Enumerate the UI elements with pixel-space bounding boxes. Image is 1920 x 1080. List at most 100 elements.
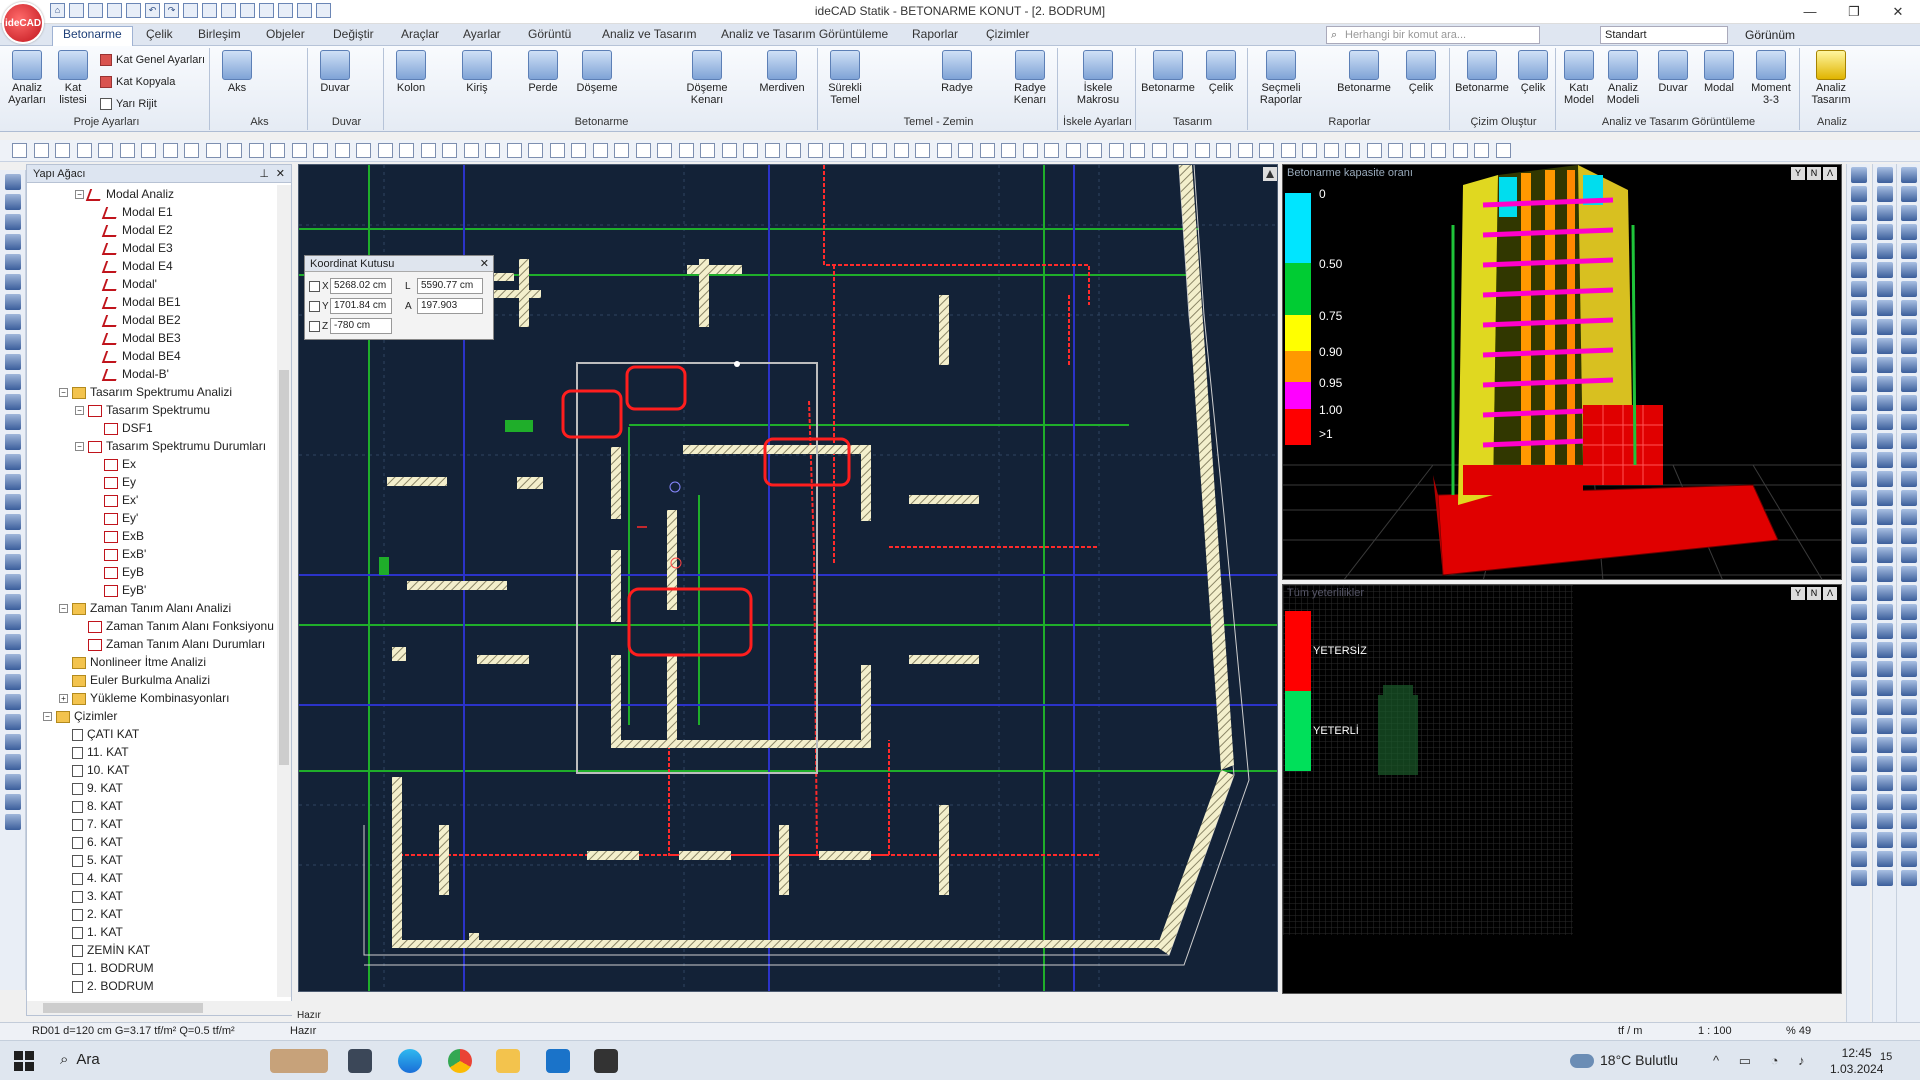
- view-up-button[interactable]: Λ: [1823, 587, 1837, 600]
- expand-toggle-icon[interactable]: −: [59, 604, 68, 614]
- moment-button[interactable]: Moment 3-3: [1746, 50, 1796, 106]
- tool-icon[interactable]: [1850, 718, 1867, 734]
- tool-icon[interactable]: [1431, 143, 1446, 158]
- extend-icon[interactable]: [316, 3, 331, 18]
- tool-icon[interactable]: [4, 354, 21, 370]
- tool-icon[interactable]: [1900, 395, 1917, 411]
- tool-icon[interactable]: [4, 234, 21, 250]
- tool-icon[interactable]: [1900, 718, 1917, 734]
- tool-icon[interactable]: [1850, 414, 1867, 430]
- tool-icon[interactable]: [1876, 547, 1893, 563]
- tool-icon[interactable]: [1087, 143, 1102, 158]
- tool-icon[interactable]: [1876, 281, 1893, 297]
- expand-toggle-icon[interactable]: −: [59, 388, 68, 398]
- lock-x-checkbox[interactable]: [309, 280, 320, 292]
- tool-icon[interactable]: [1216, 143, 1231, 158]
- tool-icon[interactable]: [4, 194, 21, 210]
- measure-icon[interactable]: [278, 3, 293, 18]
- close-button[interactable]: ✕: [1876, 0, 1920, 24]
- expand-toggle-icon[interactable]: −: [43, 712, 52, 722]
- tree-item[interactable]: DSF1: [27, 419, 277, 437]
- tool-icon[interactable]: [1900, 528, 1917, 544]
- tool-icon[interactable]: [915, 143, 930, 158]
- tree-item[interactable]: Modal': [27, 275, 277, 293]
- adequacy-view[interactable]: Tüm yeterlilikler Y N Λ YETERSİZ YETERLİ: [1282, 584, 1842, 994]
- tool-icon[interactable]: [1850, 471, 1867, 487]
- tool-icon[interactable]: [1850, 851, 1867, 867]
- tool-icon[interactable]: [4, 594, 21, 610]
- perde-button[interactable]: Perde: [522, 50, 564, 94]
- tool-icon[interactable]: [1900, 224, 1917, 240]
- tool-icon[interactable]: [1850, 262, 1867, 278]
- tool-icon[interactable]: [1900, 186, 1917, 202]
- kat-listesi-button[interactable]: Kat listesi: [52, 50, 94, 106]
- tool-icon[interactable]: [1173, 143, 1188, 158]
- tree-item[interactable]: Modal BE4: [27, 347, 277, 365]
- tree-item[interactable]: Nonlineer İtme Analizi: [27, 653, 277, 671]
- tree-item[interactable]: Ey': [27, 509, 277, 527]
- tool-icon[interactable]: [1850, 509, 1867, 525]
- tool-icon[interactable]: [4, 614, 21, 630]
- home-icon[interactable]: ⌂: [50, 3, 65, 18]
- tool-icon[interactable]: [1409, 143, 1425, 158]
- tool-icon[interactable]: [442, 143, 457, 158]
- snap-icon[interactable]: [183, 3, 198, 18]
- tab-analiz-tasarim[interactable]: Analiz ve Tasarım: [592, 27, 706, 41]
- tool-icon[interactable]: [1876, 433, 1893, 449]
- iskele-makrosu-button[interactable]: İskele Makrosu: [1068, 50, 1128, 106]
- tool-icon[interactable]: [4, 554, 21, 570]
- tool-icon[interactable]: [1850, 699, 1867, 715]
- kiris-button[interactable]: Kiriş: [456, 50, 498, 94]
- tool-icon[interactable]: [1876, 813, 1893, 829]
- taskbar-search[interactable]: ⌕ Ara: [60, 1051, 100, 1068]
- tool-icon[interactable]: [1065, 143, 1081, 158]
- tab-celik[interactable]: Çelik: [136, 27, 183, 41]
- app-logo[interactable]: ideCAD: [2, 2, 44, 44]
- x-field[interactable]: 5268.02 cm: [330, 278, 392, 294]
- tool-icon[interactable]: [979, 143, 995, 158]
- tool-icon[interactable]: [1876, 300, 1893, 316]
- tool-icon[interactable]: [786, 143, 801, 158]
- kat-genel-ayarlari-button[interactable]: Kat Genel Ayarları: [100, 54, 205, 66]
- tool-icon[interactable]: [184, 143, 199, 158]
- tool-icon[interactable]: [1900, 585, 1917, 601]
- tool-icon[interactable]: [33, 143, 49, 158]
- tool-icon[interactable]: [4, 294, 21, 310]
- tool-icon[interactable]: [270, 143, 285, 158]
- view-y-button[interactable]: Y: [1791, 167, 1805, 180]
- tree-item[interactable]: Modal E4: [27, 257, 277, 275]
- tool-icon[interactable]: [829, 143, 844, 158]
- file-explorer-icon[interactable]: [496, 1049, 520, 1073]
- tool-icon[interactable]: [313, 143, 328, 158]
- lock-y-checkbox[interactable]: [309, 300, 320, 312]
- l-field[interactable]: 5590.77 cm: [417, 278, 483, 294]
- merdiven-button[interactable]: Merdiven: [754, 50, 810, 94]
- tool-icon[interactable]: [592, 143, 608, 158]
- tab-raporlar[interactable]: Raporlar: [902, 27, 968, 41]
- redo-icon[interactable]: ↷: [164, 3, 179, 18]
- tool-icon[interactable]: [1876, 186, 1893, 202]
- analiz-tasarim-button[interactable]: Analiz Tasarım: [1806, 50, 1856, 106]
- view-n-button[interactable]: N: [1807, 167, 1821, 180]
- tool-icon[interactable]: [1900, 832, 1917, 848]
- tool-icon[interactable]: [764, 143, 780, 158]
- tree-item[interactable]: ExB': [27, 545, 277, 563]
- tool-icon[interactable]: [1900, 547, 1917, 563]
- tool-icon[interactable]: [1900, 794, 1917, 810]
- tool-icon[interactable]: [4, 474, 21, 490]
- tool-icon[interactable]: [1900, 566, 1917, 582]
- tool-icon[interactable]: [743, 143, 758, 158]
- rapor-betonarme-button[interactable]: Betonarme: [1334, 50, 1394, 94]
- tool-icon[interactable]: [1194, 143, 1210, 158]
- tool-icon[interactable]: [1345, 143, 1360, 158]
- undo-icon[interactable]: ↶: [145, 3, 160, 18]
- tool-icon[interactable]: [1850, 357, 1867, 373]
- close-icon[interactable]: ✕: [480, 256, 489, 272]
- tool-icon[interactable]: [657, 143, 672, 158]
- tool-icon[interactable]: [1876, 167, 1893, 183]
- tool-icon[interactable]: [1876, 414, 1893, 430]
- tool-icon[interactable]: [678, 143, 694, 158]
- tool-icon[interactable]: [1850, 775, 1867, 791]
- tool-icon[interactable]: [334, 143, 350, 158]
- expand-toggle-icon[interactable]: −: [75, 190, 84, 200]
